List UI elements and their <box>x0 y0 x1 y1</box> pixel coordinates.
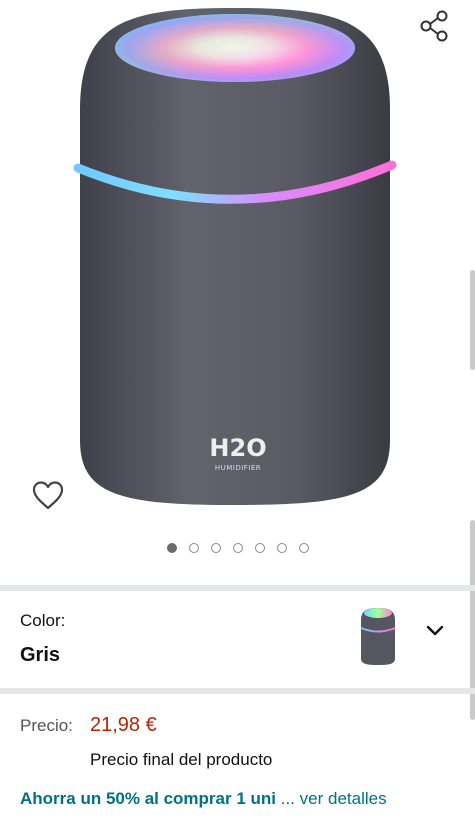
color-thumbnail <box>360 608 396 665</box>
section-divider <box>0 585 475 591</box>
pagination-dot[interactable] <box>298 543 309 553</box>
share-icon[interactable] <box>419 10 451 42</box>
scroll-indicator <box>470 270 475 370</box>
heart-outline-icon[interactable] <box>30 478 66 514</box>
pagination-dot[interactable] <box>166 543 177 553</box>
product-gallery[interactable]: H2O HUMIDIFIER <box>0 0 475 585</box>
image-pagination <box>0 543 475 553</box>
color-label: Color: <box>20 611 66 630</box>
product-logo-sub: HUMIDIFIER <box>215 464 261 472</box>
product-image[interactable]: H2O HUMIDIFIER <box>70 0 400 510</box>
pagination-dot[interactable] <box>232 543 243 553</box>
offer-link[interactable]: Ahorra un 50% al comprar 1 uni ... ver d… <box>20 789 387 809</box>
price-value: 21,98 € <box>90 714 157 736</box>
offer-text: Ahorra un 50% al comprar 1 uni <box>20 789 277 808</box>
pagination-dot[interactable] <box>276 543 287 553</box>
color-selector[interactable]: Color: Gris <box>0 592 475 688</box>
pagination-dot[interactable] <box>254 543 265 553</box>
pagination-dot[interactable] <box>188 543 199 553</box>
pagination-dot[interactable] <box>210 543 221 553</box>
section-divider <box>0 688 475 694</box>
color-value: Gris <box>20 644 61 666</box>
offer-ellipsis: ... <box>280 789 295 808</box>
chevron-down-icon[interactable] <box>424 620 446 642</box>
product-logo: H2O <box>209 434 266 462</box>
offer-details-link[interactable]: ver detalles <box>300 789 387 808</box>
price-note: Precio final del producto <box>90 750 273 769</box>
price-label: Precio: <box>20 716 73 735</box>
